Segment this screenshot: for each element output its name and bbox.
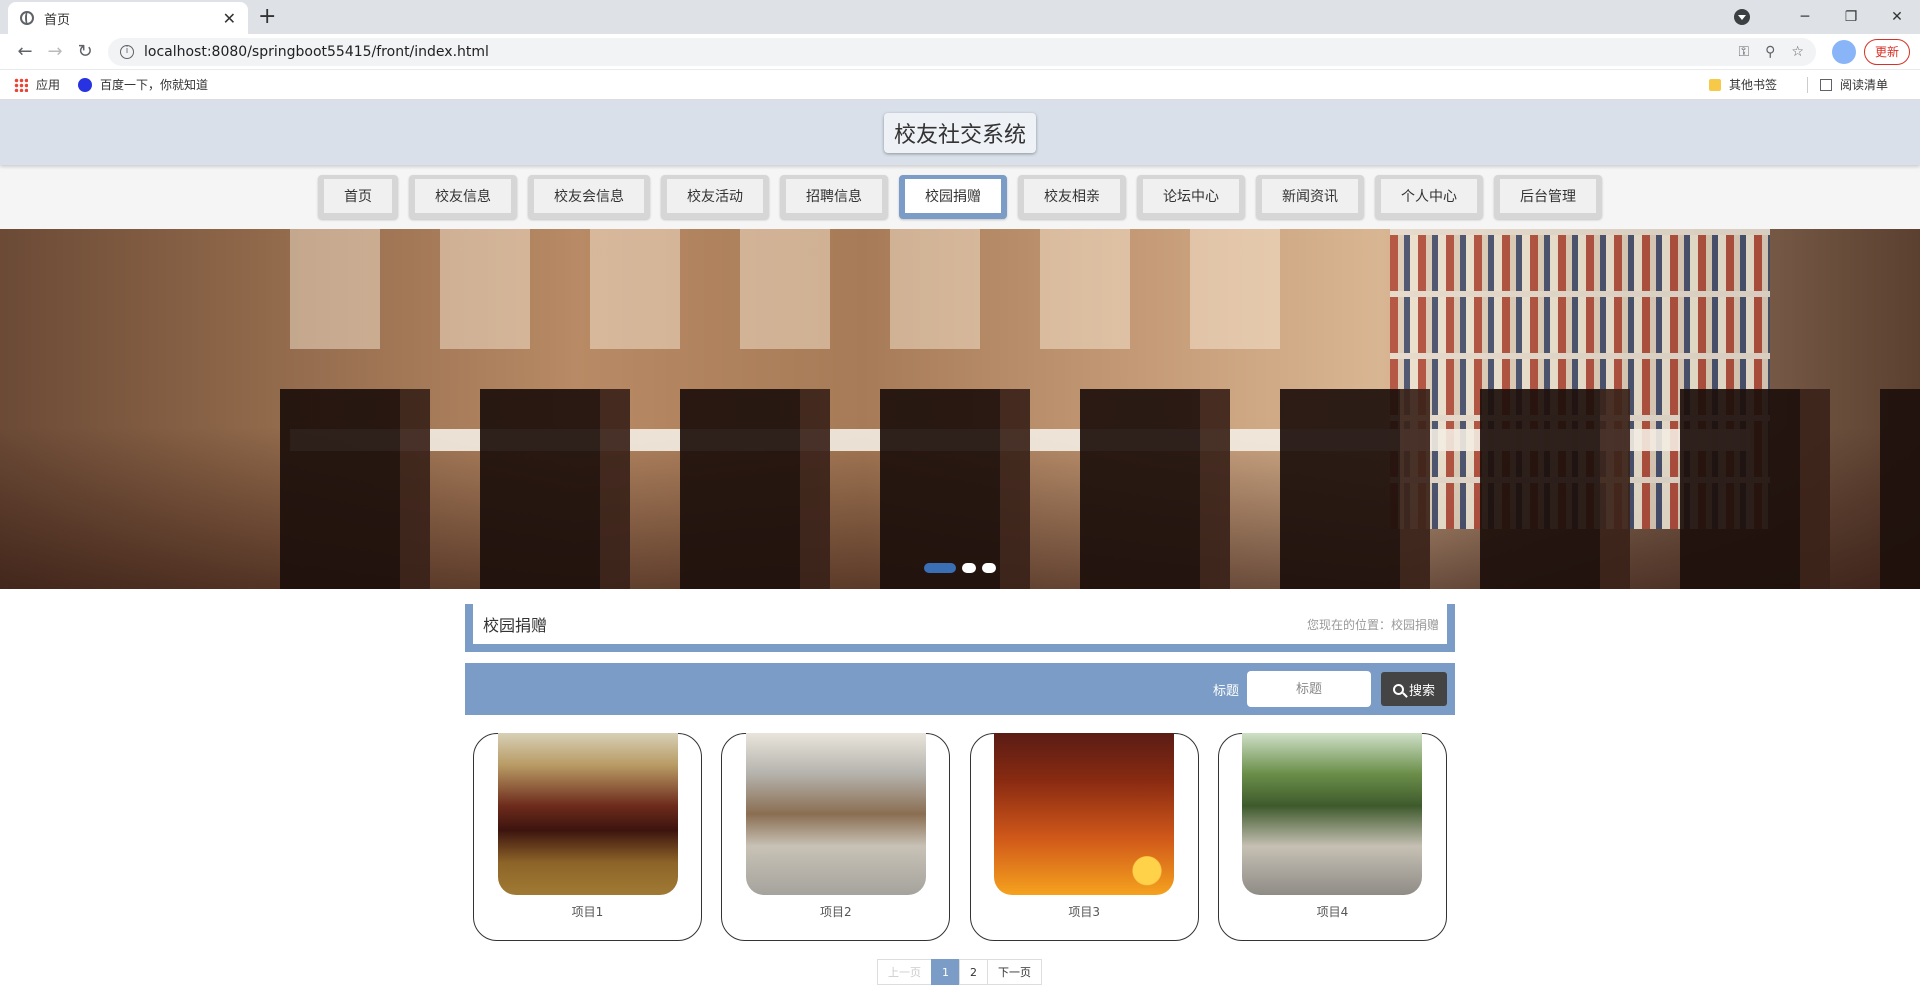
- donation-list: 项目1 项目2 项目3 项目4: [465, 733, 1455, 941]
- item-title[interactable]: 项目3: [1068, 903, 1100, 920]
- bookmarks-bar: 应用 百度一下，你就知道 其他书签 阅读清单: [0, 70, 1920, 100]
- page-button-1[interactable]: 1: [931, 959, 960, 985]
- nav-item-donation[interactable]: 校园捐赠: [899, 175, 1007, 219]
- page-button-2[interactable]: 2: [959, 959, 988, 985]
- main-nav: 首页 校友信息 校友会信息 校友活动 招聘信息 校园捐赠 校友相亲 论坛中心 新…: [0, 165, 1920, 229]
- list-item[interactable]: 项目1: [473, 733, 702, 941]
- folder-icon: [1708, 78, 1721, 91]
- update-button[interactable]: 更新 ⋮: [932, 38, 1910, 982]
- star-icon[interactable]: ☆: [1791, 44, 1804, 60]
- forward-button[interactable]: →: [40, 41, 70, 62]
- item-image[interactable]: [497, 733, 678, 895]
- browser-tabstrip: 首页 ✕ + ─ ❐ ✕: [0, 0, 1920, 34]
- nav-item-alumni-association[interactable]: 校友会信息: [528, 175, 650, 219]
- info-icon[interactable]: i: [120, 44, 134, 59]
- search-input[interactable]: [1246, 671, 1371, 707]
- nav-item-home[interactable]: 首页: [318, 175, 398, 219]
- minimize-button[interactable]: ─: [1782, 9, 1828, 25]
- address-bar: ← → ↻ i localhost:8080/springboot55415/f…: [0, 34, 1920, 982]
- banner-image-chairs: [280, 389, 1920, 589]
- search-button[interactable]: 搜索: [1380, 672, 1447, 706]
- bookmark-label: 应用: [36, 78, 61, 92]
- search-bar: 标题 搜索: [465, 663, 1455, 715]
- item-title[interactable]: 项目2: [820, 903, 852, 920]
- zoom-icon[interactable]: ⚲: [1765, 44, 1775, 60]
- baidu-paw-icon: [78, 77, 93, 92]
- page: 校友社交系统 首页 校友信息 校友会信息 校友活动 招聘信息 校园捐赠 校友相亲…: [0, 100, 1920, 998]
- key-icon[interactable]: ⚿: [1739, 44, 1750, 60]
- other-bookmarks[interactable]: 其他书签: [1708, 76, 1777, 93]
- list-item[interactable]: 项目4: [1217, 733, 1447, 941]
- bookmark-label: 其他书签: [1728, 78, 1777, 92]
- item-image[interactable]: [745, 733, 926, 895]
- tab-search-icon[interactable]: [1734, 9, 1750, 25]
- location-text: 您现在的位置：校园捐赠: [1306, 617, 1439, 632]
- search-button-label: 搜索: [1408, 683, 1435, 699]
- item-image[interactable]: [994, 733, 1175, 895]
- banner-image-lights: [290, 229, 1320, 349]
- prev-page-button[interactable]: 上一页: [877, 959, 932, 985]
- item-title[interactable]: 项目1: [572, 903, 604, 920]
- globe-icon: [20, 11, 34, 25]
- update-label: 更新: [1874, 45, 1899, 59]
- nav-item-forum[interactable]: 论坛中心: [1137, 175, 1245, 219]
- back-button[interactable]: ←: [10, 41, 40, 62]
- banner-carousel[interactable]: [0, 229, 1920, 589]
- site-title: 校友社交系统: [883, 112, 1036, 153]
- pagination: 上一页 1 2 下一页: [465, 959, 1455, 985]
- nav-item-news[interactable]: 新闻资讯: [1256, 175, 1364, 219]
- search-icon: [1392, 683, 1404, 695]
- nav-item-matchmaking[interactable]: 校友相亲: [1018, 175, 1126, 219]
- bookmark-label: 百度一下，你就知道: [100, 78, 209, 92]
- list-item[interactable]: 项目3: [969, 733, 1199, 941]
- url-text[interactable]: localhost:8080/springboot55415/front/ind…: [144, 44, 1723, 60]
- nav-item-alumni-activities[interactable]: 校友活动: [661, 175, 769, 219]
- reading-list[interactable]: 阅读清单: [1819, 76, 1888, 93]
- restore-button[interactable]: ❐: [1828, 9, 1874, 25]
- window-close-button[interactable]: ✕: [1874, 9, 1920, 25]
- bookmark-baidu[interactable]: 百度一下，你就知道: [78, 76, 208, 93]
- avatar[interactable]: [1831, 39, 1856, 64]
- reading-list-icon: [1819, 78, 1832, 91]
- list-item[interactable]: 项目2: [721, 733, 951, 941]
- carousel-dot[interactable]: [982, 563, 996, 573]
- tab-title: 首页: [44, 12, 71, 28]
- carousel-dot[interactable]: [962, 563, 976, 573]
- search-label: 标题: [1212, 683, 1239, 699]
- new-tab-button[interactable]: +: [258, 4, 276, 29]
- nav-item-profile[interactable]: 个人中心: [1375, 175, 1483, 219]
- carousel-dot[interactable]: [924, 563, 956, 573]
- main-content: 校园捐赠 您现在的位置：校园捐赠 标题 搜索 项目1 项目2 项目3: [465, 604, 1455, 985]
- site-header: 校友社交系统: [0, 100, 1920, 165]
- nav-item-recruitment[interactable]: 招聘信息: [780, 175, 888, 219]
- item-image[interactable]: [1242, 733, 1423, 895]
- page-title: 校园捐赠: [483, 616, 548, 635]
- divider: [1806, 76, 1808, 93]
- next-page-button[interactable]: 下一页: [987, 959, 1042, 985]
- bookmark-label: 阅读清单: [1839, 78, 1888, 92]
- apps-grid-icon: [14, 77, 28, 92]
- carousel-indicators: [924, 563, 996, 573]
- nav-item-admin[interactable]: 后台管理: [1494, 175, 1602, 219]
- nav-item-alumni-info[interactable]: 校友信息: [409, 175, 517, 219]
- breadcrumb: 校园捐赠 您现在的位置：校园捐赠: [465, 604, 1455, 652]
- url-field[interactable]: i localhost:8080/springboot55415/front/i…: [108, 37, 1816, 66]
- window-controls: ─ ❐ ✕: [1734, 0, 1920, 34]
- browser-tab[interactable]: 首页 ✕: [8, 2, 248, 34]
- bookmark-apps[interactable]: 应用: [14, 76, 60, 93]
- close-icon[interactable]: ✕: [223, 9, 236, 28]
- reload-button[interactable]: ↻: [70, 41, 100, 62]
- bookmarks-right: 其他书签 阅读清单: [1708, 76, 1906, 93]
- item-title[interactable]: 项目4: [1317, 903, 1349, 920]
